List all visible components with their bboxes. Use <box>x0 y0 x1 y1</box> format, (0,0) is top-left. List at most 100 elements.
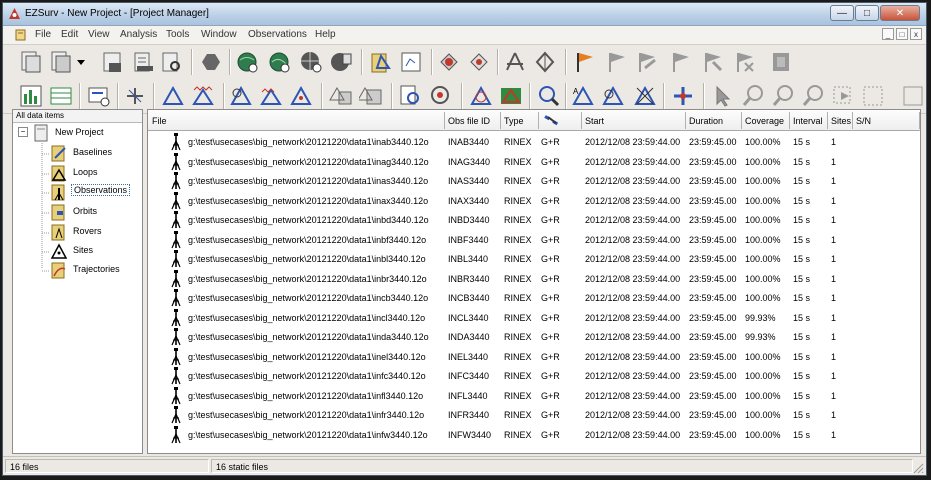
network-view-icon[interactable] <box>123 84 147 108</box>
network-select-icon[interactable] <box>289 84 313 108</box>
globe-ephemeris-icon[interactable] <box>267 50 291 74</box>
flag-select-icon[interactable] <box>701 50 725 74</box>
menu-analysis[interactable]: Analysis <box>120 29 157 40</box>
triangle-view-icon[interactable] <box>161 84 185 108</box>
open-project-icon[interactable] <box>49 50 73 74</box>
zoom-document-icon[interactable] <box>399 84 423 108</box>
cell-start: 2012/12/08 23:59:44.00 <box>585 195 681 206</box>
menu-observations[interactable]: Observations <box>248 29 307 40</box>
zoom-in-icon[interactable] <box>741 84 765 108</box>
cell-coverage: 100.00% <box>745 390 781 401</box>
menu-window[interactable]: Window <box>201 29 237 40</box>
mdi-restore-button[interactable]: □ <box>896 28 908 40</box>
site-list-icon[interactable] <box>359 84 383 108</box>
import-icon[interactable] <box>199 50 223 74</box>
map-icon[interactable] <box>499 84 523 108</box>
globe-download-icon[interactable] <box>235 50 259 74</box>
table-row[interactable]: g:\test\usecases\big_network\20121220\da… <box>148 131 920 151</box>
menu-tools[interactable]: Tools <box>166 29 189 40</box>
table-row[interactable]: g:\test\usecases\big_network\20121220\da… <box>148 365 920 385</box>
network-star-icon[interactable] <box>533 50 557 74</box>
compute-all-icon[interactable] <box>467 50 491 74</box>
time-window-icon[interactable] <box>87 84 111 108</box>
table-row[interactable]: g:\test\usecases\big_network\20121220\da… <box>148 404 920 424</box>
table-row[interactable]: g:\test\usecases\big_network\20121220\da… <box>148 307 920 327</box>
network-tool-1-icon[interactable]: A <box>571 84 595 108</box>
column-coverage[interactable]: Coverage <box>745 116 784 126</box>
triangle-wave-icon[interactable] <box>191 84 215 108</box>
flag-report-icon[interactable] <box>769 50 793 74</box>
zoom-out-icon[interactable] <box>771 84 795 108</box>
table-row[interactable]: g:\test\usecases\big_network\20121220\da… <box>148 248 920 268</box>
cell-file: g:\test\usecases\big_network\20121220\da… <box>188 429 428 440</box>
new-project-icon[interactable] <box>19 50 43 74</box>
cross-icon[interactable] <box>671 84 695 108</box>
zoom-network-fit-icon[interactable] <box>469 84 493 108</box>
pan-icon[interactable] <box>901 84 925 108</box>
flag-icon[interactable] <box>605 50 629 74</box>
bar-chart-icon[interactable] <box>19 84 43 108</box>
globe-settings-icon[interactable] <box>329 50 353 74</box>
column-sn[interactable]: S/N <box>856 116 871 126</box>
table-row[interactable]: g:\test\usecases\big_network\20121220\da… <box>148 287 920 307</box>
flag-edit-icon[interactable] <box>635 50 659 74</box>
cell-interval: 15 s <box>793 234 811 245</box>
globe-grid-icon[interactable] <box>299 50 323 74</box>
collapse-toggle[interactable]: − <box>18 127 28 137</box>
wave-edit-icon[interactable] <box>259 84 283 108</box>
table-row[interactable]: g:\test\usecases\big_network\20121220\da… <box>148 385 920 405</box>
menu-view[interactable]: View <box>88 29 110 40</box>
mdi-minimize-button[interactable]: _ <box>882 28 894 40</box>
table-row[interactable]: g:\test\usecases\big_network\20121220\da… <box>148 268 920 288</box>
table-row[interactable]: g:\test\usecases\big_network\20121220\da… <box>148 151 920 171</box>
cell-obs-id: INCB3440 <box>448 293 490 303</box>
column-obs-file-id[interactable]: Obs file ID <box>448 116 490 126</box>
menu-edit[interactable]: Edit <box>61 29 78 40</box>
flag-delete-icon[interactable] <box>669 50 693 74</box>
flag-cross-icon[interactable] <box>733 50 757 74</box>
compute-icon[interactable] <box>437 50 461 74</box>
mdi-close-button[interactable]: x <box>910 28 922 40</box>
minimize-button[interactable]: — <box>830 5 854 21</box>
column-duration[interactable]: Duration <box>689 116 723 126</box>
table-row[interactable]: g:\test\usecases\big_network\20121220\da… <box>148 424 920 444</box>
table-row[interactable]: g:\test\usecases\big_network\20121220\da… <box>148 209 920 229</box>
table-row[interactable]: g:\test\usecases\big_network\20121220\da… <box>148 170 920 190</box>
maximize-button[interactable]: □ <box>855 5 879 21</box>
network-tool-3-icon[interactable] <box>633 84 657 108</box>
network-tool-2-icon[interactable] <box>601 84 625 108</box>
table-row[interactable]: g:\test\usecases\big_network\20121220\da… <box>148 229 920 249</box>
zoom-site-icon[interactable] <box>537 84 561 108</box>
dropdown-arrow-icon[interactable] <box>75 50 87 74</box>
satellite-icon[interactable] <box>544 113 560 127</box>
close-button[interactable]: ✕ <box>880 5 920 21</box>
menu-help[interactable]: Help <box>315 29 336 40</box>
zoom-target-icon[interactable] <box>429 84 453 108</box>
zoom-network-icon[interactable] <box>229 84 253 108</box>
zoom-extent-icon[interactable] <box>831 84 855 108</box>
print-preview-icon[interactable] <box>159 50 183 74</box>
column-file[interactable]: File <box>152 116 167 126</box>
coordinate-system-icon[interactable] <box>399 50 423 74</box>
site-edit-icon[interactable] <box>329 84 353 108</box>
column-type[interactable]: Type <box>504 116 524 126</box>
table-row[interactable]: g:\test\usecases\big_network\20121220\da… <box>148 346 920 366</box>
resize-grip-icon[interactable] <box>912 462 924 474</box>
print-icon[interactable] <box>131 50 155 74</box>
zoom-window-icon[interactable] <box>801 84 825 108</box>
cell-file: g:\test\usecases\big_network\20121220\da… <box>188 312 426 323</box>
save-project-icon[interactable] <box>101 50 125 74</box>
add-site-flag-icon[interactable] <box>573 50 597 74</box>
cell-interval: 15 s <box>793 293 811 303</box>
table-row[interactable]: g:\test\usecases\big_network\20121220\da… <box>148 326 920 346</box>
zoom-full-icon[interactable] <box>861 84 885 108</box>
menu-file[interactable]: File <box>35 29 51 40</box>
pointer-icon[interactable] <box>711 84 735 108</box>
table-row[interactable]: g:\test\usecases\big_network\20121220\da… <box>148 190 920 210</box>
column-sites[interactable]: Sites <box>831 116 851 126</box>
project-folder-icon[interactable] <box>369 50 393 74</box>
network-adjust-icon[interactable] <box>503 50 527 74</box>
column-start[interactable]: Start <box>585 116 604 126</box>
data-table-icon[interactable] <box>49 84 73 108</box>
column-interval[interactable]: Interval <box>793 116 823 126</box>
